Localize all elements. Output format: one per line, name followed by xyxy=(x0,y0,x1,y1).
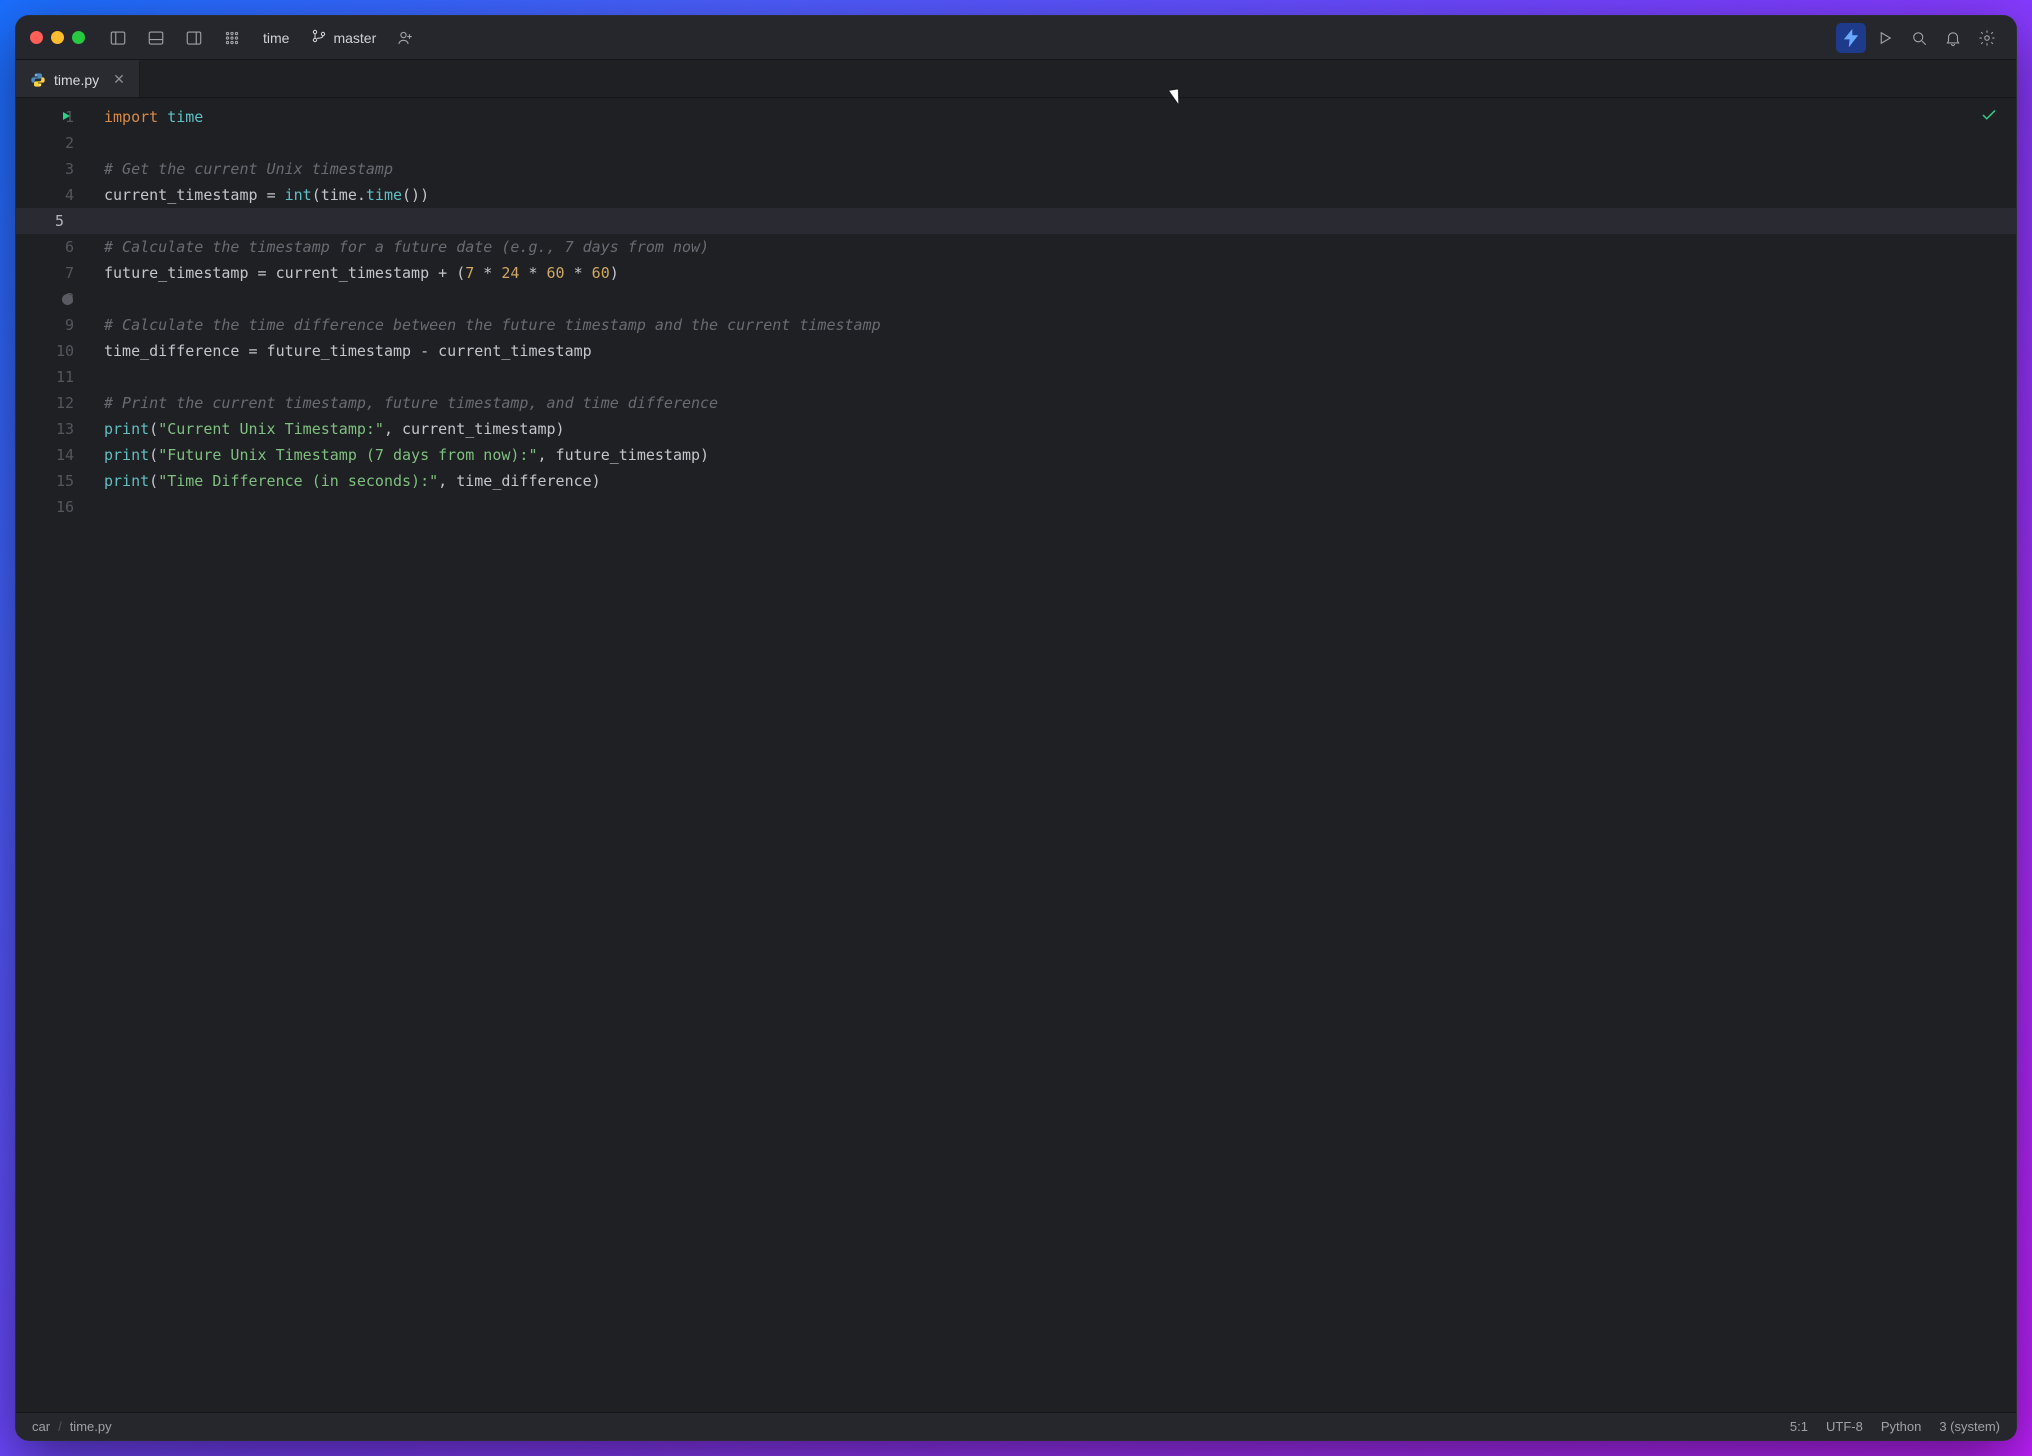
code-line[interactable] xyxy=(16,208,2016,234)
git-branch[interactable]: master xyxy=(305,28,382,47)
line-number[interactable]: 6 xyxy=(16,234,94,260)
window-controls xyxy=(30,31,85,44)
line-number[interactable]: 7 xyxy=(16,260,94,286)
breadcrumb[interactable]: car / time.py xyxy=(32,1419,112,1434)
search-button[interactable] xyxy=(1904,23,1934,53)
bottom-panel-toggle[interactable] xyxy=(141,23,171,53)
line-number[interactable]: 3 xyxy=(16,156,94,182)
tab-filename: time.py xyxy=(54,72,99,88)
run-line-icon[interactable] xyxy=(60,104,72,130)
titlebar: time master xyxy=(16,16,2016,60)
minimize-window-button[interactable] xyxy=(51,31,64,44)
branch-name: master xyxy=(333,30,376,46)
code-line[interactable]: print("Current Unix Timestamp:", current… xyxy=(94,416,2016,442)
right-panel-toggle[interactable] xyxy=(179,23,209,53)
code-line[interactable] xyxy=(94,286,2016,312)
notifications-button[interactable] xyxy=(1938,23,1968,53)
line-number[interactable]: 16 xyxy=(16,494,94,520)
line-number[interactable]: 12 xyxy=(16,390,94,416)
branch-icon xyxy=(311,28,327,47)
code-line[interactable]: current_timestamp = int(time.time()) xyxy=(94,182,2016,208)
line-number[interactable]: 2 xyxy=(16,130,94,156)
line-number[interactable]: 4 xyxy=(16,182,94,208)
ai-assistant-button[interactable] xyxy=(1836,23,1866,53)
line-number[interactable]: 14 xyxy=(16,442,94,468)
code-line[interactable]: future_timestamp = current_timestamp + (… xyxy=(94,260,2016,286)
code-line[interactable]: time_difference = future_timestamp - cur… xyxy=(94,338,2016,364)
close-window-button[interactable] xyxy=(30,31,43,44)
line-number[interactable]: 15 xyxy=(16,468,94,494)
code-line[interactable]: import time xyxy=(94,104,2016,130)
code-editor[interactable]: 12345678910111213141516 import time# Get… xyxy=(16,98,2016,1412)
python-icon xyxy=(30,72,46,88)
tab-bar: time.py ✕ xyxy=(16,60,2016,98)
gutter[interactable]: 12345678910111213141516 xyxy=(16,98,94,1412)
tab-time-py[interactable]: time.py ✕ xyxy=(16,60,140,97)
close-tab-button[interactable]: ✕ xyxy=(107,71,125,88)
breadcrumb-file: time.py xyxy=(70,1419,112,1434)
file-encoding[interactable]: UTF-8 xyxy=(1826,1419,1863,1434)
maximize-window-button[interactable] xyxy=(72,31,85,44)
breadcrumb-root: car xyxy=(32,1419,50,1434)
breakpoint-hint[interactable] xyxy=(62,294,73,305)
line-number[interactable]: 10 xyxy=(16,338,94,364)
line-number[interactable]: 11 xyxy=(16,364,94,390)
code-line[interactable]: # Calculate the timestamp for a future d… xyxy=(94,234,2016,260)
code-line[interactable]: # Print the current timestamp, future ti… xyxy=(94,390,2016,416)
language-mode[interactable]: Python xyxy=(1881,1419,1921,1434)
ide-window: time master xyxy=(15,15,2017,1441)
code-line[interactable]: # Get the current Unix timestamp xyxy=(94,156,2016,182)
line-number[interactable]: 13 xyxy=(16,416,94,442)
code-line[interactable] xyxy=(94,364,2016,390)
code-area[interactable]: import time # Get the current Unix timest… xyxy=(94,98,2016,1412)
project-name[interactable]: time xyxy=(255,30,297,46)
code-line[interactable] xyxy=(94,494,2016,520)
line-number[interactable]: 1 xyxy=(16,104,94,130)
line-number[interactable]: 8 xyxy=(16,286,94,312)
code-line[interactable]: # Calculate the time difference between … xyxy=(94,312,2016,338)
interpreter[interactable]: 3 (system) xyxy=(1939,1419,2000,1434)
cursor-position[interactable]: 5:1 xyxy=(1790,1419,1808,1434)
code-line[interactable]: print("Future Unix Timestamp (7 days fro… xyxy=(94,442,2016,468)
add-collaborator-button[interactable] xyxy=(390,23,420,53)
status-bar: car / time.py 5:1 UTF-8 Python 3 (system… xyxy=(16,1412,2016,1440)
line-number[interactable]: 9 xyxy=(16,312,94,338)
code-line[interactable] xyxy=(94,130,2016,156)
run-button[interactable] xyxy=(1870,23,1900,53)
grid-menu-button[interactable] xyxy=(217,23,247,53)
settings-button[interactable] xyxy=(1972,23,2002,53)
breadcrumb-separator: / xyxy=(58,1419,62,1434)
left-panel-toggle[interactable] xyxy=(103,23,133,53)
code-line[interactable]: print("Time Difference (in seconds):", t… xyxy=(94,468,2016,494)
